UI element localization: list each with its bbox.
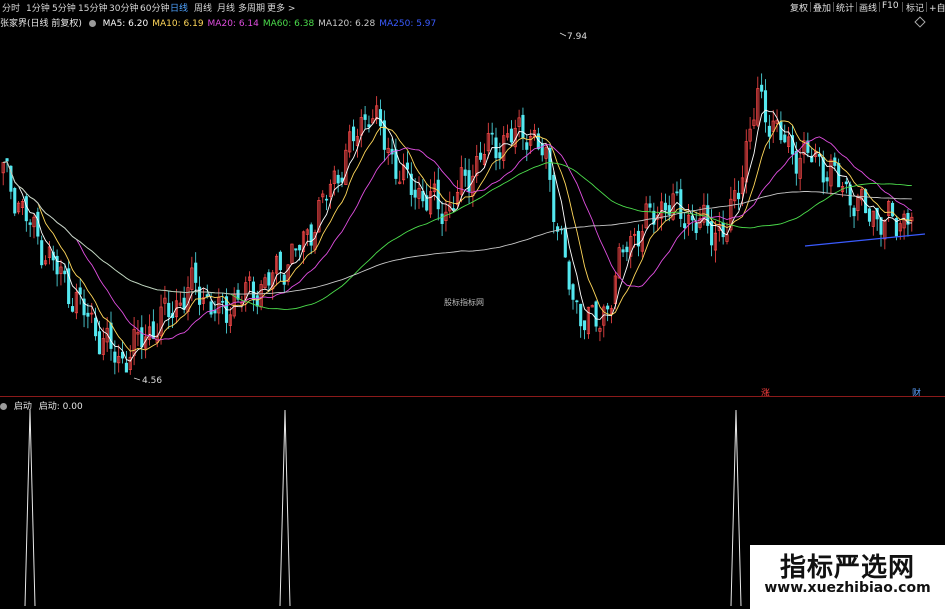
indicator-spike-2 [730, 409, 742, 607]
candle-body [194, 262, 198, 283]
candle-body [867, 208, 872, 222]
candle-body [783, 134, 787, 143]
candle-body [683, 223, 687, 229]
candle-body [378, 109, 383, 127]
candle-body [421, 191, 425, 202]
candle-body [5, 158, 9, 162]
candle-body [606, 305, 610, 310]
candle-body [679, 189, 683, 219]
candle-body [278, 251, 282, 271]
candle-body [167, 302, 171, 318]
candle-body [309, 224, 313, 246]
candle-body [109, 322, 113, 349]
indicator-legend: 启动 启动: 0.00 [0, 399, 87, 412]
candle-body [694, 222, 698, 234]
candle-body [509, 128, 513, 143]
candle-body [763, 90, 768, 123]
candle-body [479, 152, 483, 160]
high-marker [559, 32, 567, 37]
candle-body [890, 202, 895, 217]
indicator-settings-icon[interactable] [0, 403, 7, 410]
candle-body [24, 196, 28, 222]
candle-body [625, 246, 629, 253]
candle-body [760, 84, 764, 92]
ma-line-2 [3, 136, 913, 341]
candle-body [436, 179, 440, 210]
center-watermark: 股标指标网 [444, 298, 484, 307]
candle-body [86, 312, 90, 317]
candle-body [521, 114, 525, 138]
candle-body [363, 114, 367, 120]
candle-body [575, 300, 579, 303]
candle-body [221, 300, 225, 303]
low-marker [133, 377, 141, 381]
candle-body [825, 177, 829, 182]
watermark-title: 指标严选网 [779, 553, 915, 583]
candle-body [767, 125, 771, 137]
candle-body [97, 331, 102, 355]
candle-body [13, 188, 17, 214]
high-price-label: 7.94 [567, 32, 588, 42]
candle-body [294, 248, 298, 251]
candle-body [94, 317, 98, 337]
candle-body [567, 261, 571, 290]
indicator-title: 启动 [13, 402, 32, 412]
candle-body [140, 327, 144, 348]
candle-body [663, 202, 667, 211]
candle-body [40, 240, 44, 266]
candle-body [852, 207, 856, 217]
watermark-url: www.xuezhibiao.com [764, 580, 931, 596]
indicator-spike-0 [24, 409, 36, 607]
ma-line-0 [3, 109, 912, 362]
candle-body [113, 351, 117, 363]
candle-body [579, 303, 583, 327]
candle-body [298, 244, 302, 251]
candle-body [251, 281, 256, 301]
candle-body [413, 189, 417, 198]
indicator-spike-1 [279, 409, 291, 607]
candle-body [498, 152, 502, 159]
candle-body [552, 174, 556, 222]
candle-body [452, 208, 456, 210]
trend-line[interactable] [804, 233, 926, 247]
candle-body [621, 249, 625, 253]
candle-body [440, 213, 444, 224]
ma-line-1 [3, 120, 912, 352]
indicator-value: 启动: 0.00 [38, 402, 83, 412]
candle-body [490, 132, 494, 135]
candle-body [209, 301, 213, 315]
site-watermark: 指标严选网 www.xuezhibiao.com [750, 545, 945, 609]
candle-body [675, 191, 679, 194]
candle-body [864, 189, 868, 214]
candle-body [525, 142, 529, 150]
candle-body [794, 150, 798, 174]
candle-body [594, 301, 598, 327]
candle-body [582, 320, 587, 331]
event-tag-finance[interactable]: 财 [912, 386, 921, 399]
candle-body [736, 192, 741, 200]
candle-body [563, 227, 567, 258]
candle-body [28, 222, 32, 225]
candle-body [352, 126, 356, 142]
candle-body [267, 272, 271, 286]
candle-body [648, 203, 652, 208]
low-price-label: 4.56 [142, 376, 163, 386]
candle-body [124, 362, 128, 373]
panel-divider[interactable] [0, 396, 945, 397]
candle-body [282, 274, 286, 285]
candle-body [463, 169, 467, 176]
candle-body [70, 306, 75, 312]
candle-body [255, 295, 259, 307]
candle-body [325, 198, 329, 201]
candle-body [844, 181, 848, 185]
candle-body [571, 284, 575, 300]
candle-body [540, 143, 544, 156]
candle-body [336, 174, 340, 184]
event-tag-up[interactable]: 涨 [761, 386, 770, 399]
candle-body [63, 270, 67, 275]
